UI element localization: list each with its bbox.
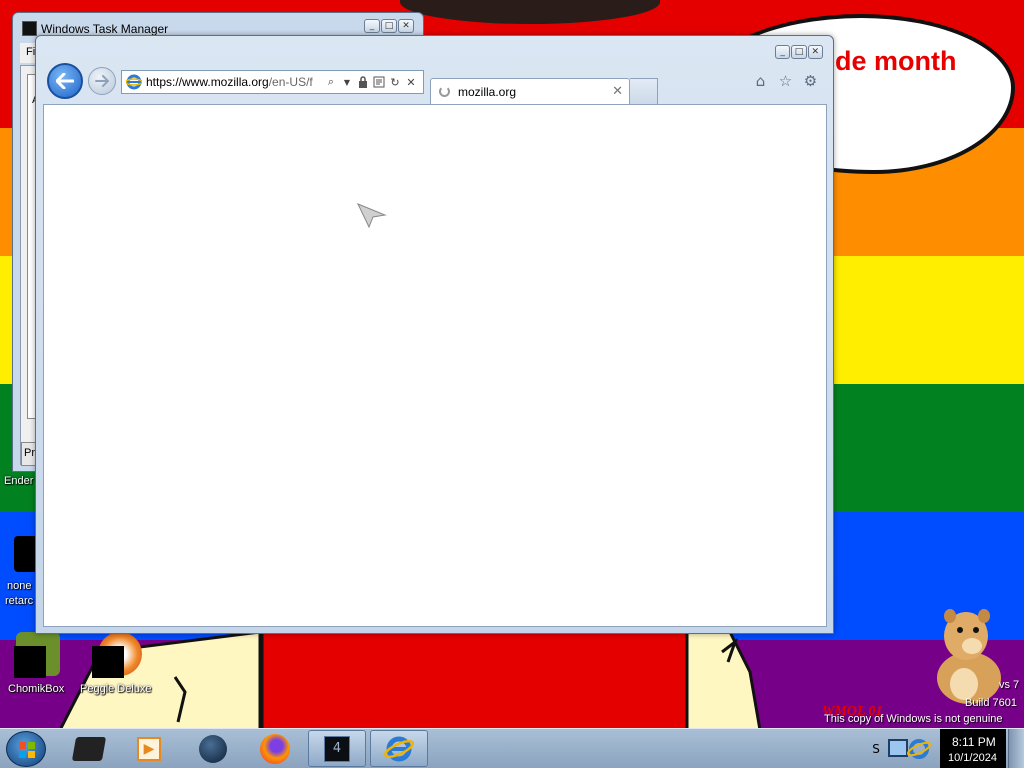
forward-button[interactable] (88, 67, 116, 95)
desktop-icon-peggle[interactable] (92, 632, 142, 680)
taskbar-console[interactable]: 4 (308, 730, 366, 767)
taskbar-firefox[interactable] (246, 730, 304, 767)
taskbar-internet-explorer[interactable] (370, 730, 428, 767)
address-host: https://www.mozilla.org (146, 75, 269, 89)
watermark-build: Build 7601 (965, 697, 1017, 709)
bottom-cartoon-art (60, 632, 762, 730)
address-path: /en-US/f (268, 75, 313, 89)
tab-close-icon[interactable]: ✕ (612, 84, 623, 99)
refresh-icon[interactable]: ↻ (388, 75, 402, 89)
stop-icon[interactable]: ✕ (404, 75, 418, 89)
maximize-button[interactable]: □ (381, 19, 397, 33)
close-button[interactable]: ✕ (807, 45, 823, 59)
show-desktop-button[interactable] (1008, 729, 1024, 768)
minimize-button[interactable]: _ (364, 19, 380, 33)
watermark-not-genuine: This copy of Windows is not genuine (824, 713, 1003, 725)
ie-caption-buttons: _ □ ✕ (775, 45, 823, 59)
console-icon: 4 (324, 735, 350, 762)
new-tab-button[interactable] (630, 78, 658, 104)
tray-overflow[interactable]: S (864, 729, 888, 768)
task-manager-title: Windows Task Manager (41, 22, 169, 36)
taskbar-explorer[interactable] (60, 730, 118, 767)
ie-tray-icon[interactable] (906, 737, 932, 761)
ie-page-icon (125, 74, 143, 90)
desktop: de month ! Ender none retarc ChomikBox P… (0, 0, 1024, 768)
desktop-label-retard: retarc (5, 595, 34, 607)
taskbar: ▶ 4 S 8:11 PM 10/1/2024 (0, 728, 1024, 768)
browser-tab[interactable]: mozilla.org ✕ (430, 78, 630, 104)
desktop-label-chomikbox[interactable]: ChomikBox (8, 683, 64, 695)
address-url[interactable]: https://www.mozilla.org/en-US/f (146, 75, 322, 89)
watermark-version: vs 7 (999, 679, 1020, 691)
forward-arrow-icon (95, 75, 109, 87)
internet-explorer-window[interactable]: _ □ ✕ https://www.mozilla.org/en-US/f ⌕ … (35, 35, 834, 634)
compatibility-view-icon[interactable] (372, 75, 386, 89)
explorer-icon (71, 736, 107, 761)
taskbar-search[interactable] (184, 730, 242, 767)
windows-logo-icon (19, 742, 35, 758)
desktop-icon-chomikbox[interactable] (14, 632, 60, 678)
clock-date: 10/1/2024 (948, 752, 997, 764)
task-manager-icon (22, 21, 37, 36)
globe-search-icon (199, 734, 227, 763)
search-icon[interactable]: ⌕ (324, 75, 338, 89)
desktop-label-peggle[interactable]: Peggle Deluxe (80, 683, 152, 695)
clock-time: 8:11 PM (952, 735, 996, 749)
desktop-label-ender: Ender (4, 475, 34, 487)
media-player-icon: ▶ (137, 736, 161, 761)
minimize-button[interactable]: _ (775, 45, 791, 59)
speech-text-line1: de month (835, 46, 957, 76)
dropdown-arrow-icon[interactable]: ▼ (340, 75, 354, 89)
menu-file[interactable]: Fi (26, 46, 35, 58)
internet-explorer-icon (384, 736, 414, 761)
favorites-star-icon[interactable]: ☆ (777, 72, 794, 90)
desktop-label-none: none (7, 580, 32, 592)
start-button[interactable] (6, 731, 46, 767)
page-content-area[interactable] (43, 104, 827, 627)
firefox-icon (260, 733, 290, 764)
loading-spinner-icon (439, 86, 450, 97)
icon-redaction-box (92, 646, 124, 678)
hamster-image (937, 609, 1001, 704)
ie-toolbar-icons: ⌂ ☆ ⚙ (752, 72, 819, 90)
maximize-button[interactable]: □ (791, 45, 807, 59)
task-manager-caption-buttons: _ □ ✕ (364, 19, 414, 33)
close-button[interactable]: ✕ (398, 19, 414, 33)
mouse-cursor-icon (357, 203, 387, 229)
home-icon[interactable]: ⌂ (752, 72, 769, 90)
settings-gear-icon[interactable]: ⚙ (802, 72, 819, 90)
back-button[interactable] (47, 63, 83, 99)
icon-redaction-box (14, 646, 46, 678)
lock-icon[interactable] (356, 75, 370, 89)
tab-title: mozilla.org (458, 84, 517, 99)
back-arrow-icon (56, 73, 74, 89)
taskbar-media-player[interactable]: ▶ (120, 730, 178, 767)
address-bar[interactable]: https://www.mozilla.org/en-US/f ⌕ ▼ ↻ ✕ (121, 70, 424, 94)
network-tray-icon[interactable] (888, 739, 908, 757)
